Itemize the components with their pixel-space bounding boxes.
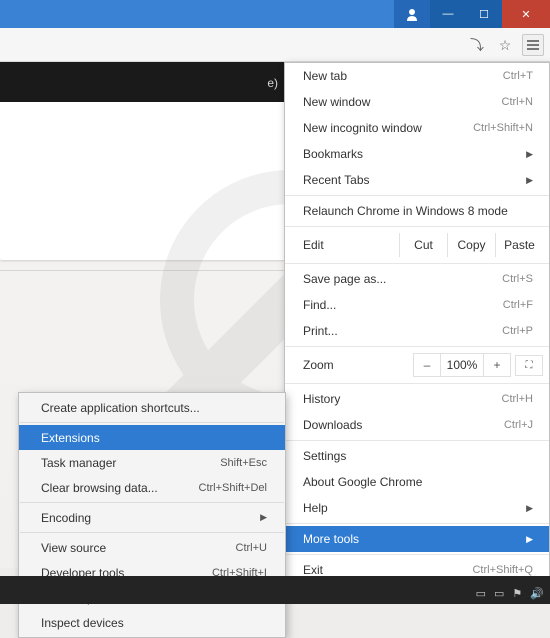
submenu-extensions[interactable]: Extensions [19,425,285,450]
chevron-right-icon: ▶ [526,503,533,514]
zoom-out-button[interactable]: – [413,353,441,377]
menu-separator [285,383,549,384]
zoom-in-button[interactable]: + [483,353,511,377]
menu-new-incognito[interactable]: New incognito windowCtrl+Shift+N [285,115,549,141]
translate-icon[interactable]: ⤵ [466,34,488,56]
chrome-main-menu: New tabCtrl+T New windowCtrl+N New incog… [284,62,550,584]
menu-new-tab[interactable]: New tabCtrl+T [285,63,549,89]
menu-separator [285,440,549,441]
menu-help[interactable]: Help▶ [285,495,549,521]
menu-separator [285,523,549,524]
window-close-button[interactable]: ✕ [502,0,550,28]
menu-new-window[interactable]: New windowCtrl+N [285,89,549,115]
system-tray[interactable]: ▭ ▭ ⚑ 🔊 [476,587,544,600]
tray-volume-icon[interactable]: 🔊 [530,587,544,600]
menu-downloads[interactable]: DownloadsCtrl+J [285,412,549,438]
menu-separator [20,502,284,503]
menu-separator [285,195,549,196]
menu-edit-label: Edit [303,238,399,252]
menu-separator [285,554,549,555]
menu-bookmarks[interactable]: Bookmarks▶ [285,141,549,167]
menu-recent-tabs[interactable]: Recent Tabs▶ [285,167,549,193]
menu-separator [20,422,284,423]
window-titlebar: — ☐ ✕ [0,0,550,28]
window-maximize-button[interactable]: ☐ [466,0,502,28]
bookmark-star-icon[interactable]: ☆ [494,34,516,56]
menu-copy[interactable]: Copy [447,233,495,257]
submenu-clear-browsing[interactable]: Clear browsing data...Ctrl+Shift+Del [19,475,285,500]
menu-paste[interactable]: Paste [495,233,543,257]
menu-settings[interactable]: Settings [285,443,549,469]
menu-more-tools[interactable]: More tools▶ [285,526,549,552]
hamburger-menu-button[interactable] [522,34,544,56]
menu-find[interactable]: Find...Ctrl+F [285,292,549,318]
tray-app-icon[interactable]: ▭ [494,587,504,600]
menu-zoom-label: Zoom [303,358,414,372]
tray-flag-icon[interactable]: ⚑ [512,587,522,600]
menu-edit-row: Edit Cut Copy Paste [285,229,549,261]
menu-relaunch-win8[interactable]: Relaunch Chrome in Windows 8 mode [285,198,549,224]
page-divider [0,270,286,271]
page-card [0,102,288,260]
submenu-task-manager[interactable]: Task managerShift+Esc [19,450,285,475]
tray-app-icon[interactable]: ▭ [476,587,486,600]
window-minimize-button[interactable]: — [430,0,466,28]
user-profile-button[interactable] [394,0,430,28]
page-header-band: e) [0,62,290,102]
menu-history[interactable]: HistoryCtrl+H [285,386,549,412]
chevron-right-icon: ▶ [526,175,533,186]
menu-about[interactable]: About Google Chrome [285,469,549,495]
fullscreen-button[interactable]: ⛶ [515,355,543,376]
windows-taskbar: ▭ ▭ ⚑ 🔊 [0,576,550,604]
menu-separator [20,532,284,533]
menu-cut[interactable]: Cut [399,233,447,257]
menu-save-page[interactable]: Save page as...Ctrl+S [285,266,549,292]
chevron-right-icon: ▶ [526,149,533,160]
submenu-encoding[interactable]: Encoding▶ [19,505,285,530]
menu-separator [285,346,549,347]
submenu-create-shortcuts[interactable]: Create application shortcuts... [19,395,285,420]
menu-print[interactable]: Print...Ctrl+P [285,318,549,344]
submenu-inspect-devices[interactable]: Inspect devices [19,610,285,635]
browser-toolbar: ⤵ ☆ [0,28,550,62]
menu-separator [285,226,549,227]
submenu-view-source[interactable]: View sourceCtrl+U [19,535,285,560]
menu-separator [285,263,549,264]
menu-zoom-row: Zoom – 100% + ⛶ [285,349,549,381]
zoom-value: 100% [440,353,484,377]
chevron-right-icon: ▶ [526,534,533,545]
chevron-right-icon: ▶ [260,512,267,523]
